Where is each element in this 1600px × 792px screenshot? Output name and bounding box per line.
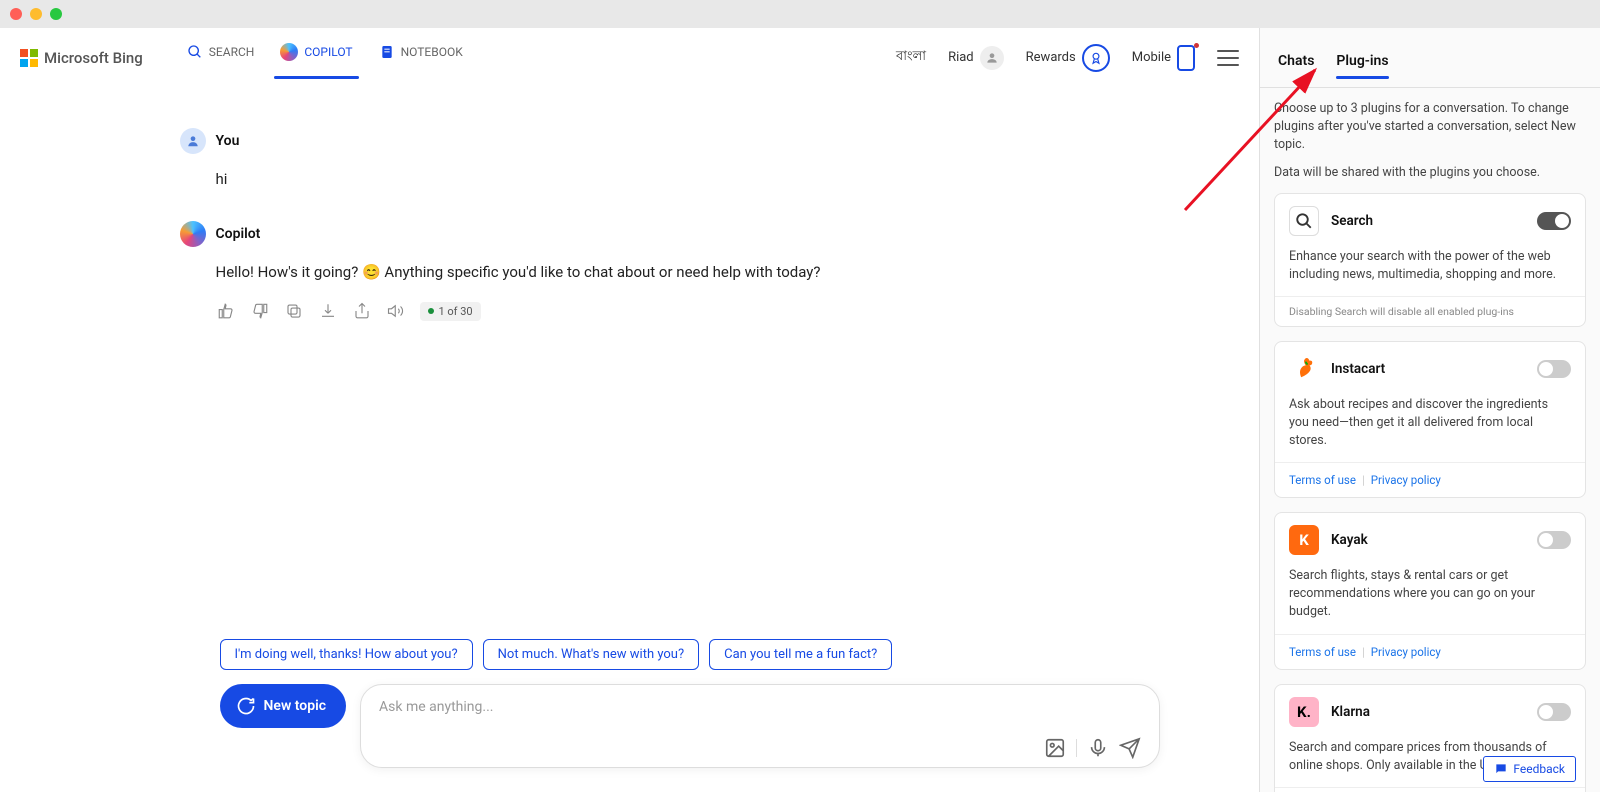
plugin-name: Kayak xyxy=(1331,532,1368,548)
close-window-dot[interactable] xyxy=(10,8,22,20)
language-selector[interactable]: বাংলা xyxy=(896,47,926,68)
plugin-name: Klarna xyxy=(1331,704,1370,720)
download-button[interactable] xyxy=(318,301,338,321)
response-counter: 1 of 30 xyxy=(420,302,481,321)
new-topic-icon xyxy=(236,696,256,716)
plugins-intro: Choose up to 3 plugins for a conversatio… xyxy=(1274,100,1586,154)
copilot-message-text: Hello! How's it going? 😊 Anything specif… xyxy=(216,261,1080,284)
suggestion-row: I'm doing well, thanks! How about you? N… xyxy=(190,639,1190,684)
copilot-label: Copilot xyxy=(216,226,261,242)
plugin-desc: Enhance your search with the power of th… xyxy=(1275,248,1585,296)
rewards-icon xyxy=(1082,44,1110,72)
brand-text: Microsoft Bing xyxy=(44,49,143,67)
window-titlebar xyxy=(0,0,1600,28)
plugin-name: Search xyxy=(1331,213,1373,229)
klarna-icon: K. xyxy=(1289,697,1319,727)
mobile-label: Mobile xyxy=(1132,50,1171,65)
plugin-desc: Ask about recipes and discover the ingre… xyxy=(1275,396,1585,462)
image-upload-button[interactable] xyxy=(1044,737,1066,759)
brand-logo[interactable]: Microsoft Bing xyxy=(20,49,143,67)
mobile-link[interactable]: Mobile xyxy=(1132,45,1195,71)
top-nav: Microsoft Bing SEARCH COPILOT NOTEBOOK ব… xyxy=(0,28,1259,88)
message-input-box[interactable] xyxy=(360,684,1159,768)
search-icon xyxy=(187,44,203,60)
copilot-icon xyxy=(280,43,298,61)
rewards-label: Rewards xyxy=(1026,50,1076,65)
search-icon xyxy=(1289,206,1319,236)
share-button[interactable] xyxy=(352,301,372,321)
counter-text: 1 of 30 xyxy=(439,305,473,318)
user-menu[interactable]: Riad xyxy=(948,46,1004,70)
sidebar-tab-plugins[interactable]: Plug-ins xyxy=(1336,49,1388,73)
notebook-icon xyxy=(379,44,395,60)
plugins-panel[interactable]: Choose up to 3 plugins for a conversatio… xyxy=(1260,88,1600,792)
plugin-card-instacart: Instacart Ask about recipes and discover… xyxy=(1274,341,1586,498)
copy-button[interactable] xyxy=(284,301,304,321)
menu-button[interactable] xyxy=(1217,50,1239,66)
tab-notebook[interactable]: NOTEBOOK xyxy=(379,37,463,79)
user-name: Riad xyxy=(948,50,974,65)
chat-scroll: You hi Copilot Hello! How's it going? 😊 … xyxy=(0,88,1259,639)
privacy-link[interactable]: Privacy policy xyxy=(1371,473,1441,487)
plugins-data-note: Data will be shared with the plugins you… xyxy=(1274,164,1586,182)
privacy-link[interactable]: Privacy policy xyxy=(1371,645,1441,659)
plugin-card-search: Search Enhance your search with the powe… xyxy=(1274,193,1586,327)
plugin-links: Terms of use|Privacy policy xyxy=(1275,787,1585,792)
user-message: You hi xyxy=(150,128,1110,191)
plugin-links: Terms of use|Privacy policy xyxy=(1275,462,1585,497)
plugin-note: Disabling Search will disable all enable… xyxy=(1275,296,1585,326)
message-input[interactable] xyxy=(379,699,1140,731)
avatar-icon xyxy=(980,46,1004,70)
minimize-window-dot[interactable] xyxy=(30,8,42,20)
plugin-card-kayak: K Kayak Search flights, stays & rental c… xyxy=(1274,512,1586,669)
tab-search[interactable]: SEARCH xyxy=(187,37,255,79)
mobile-icon xyxy=(1177,45,1195,71)
user-avatar-icon xyxy=(180,128,206,154)
suggestion-chip[interactable]: Not much. What's new with you? xyxy=(483,639,699,670)
like-button[interactable] xyxy=(216,301,236,321)
plugin-toggle-instacart[interactable] xyxy=(1537,360,1571,378)
status-dot-icon xyxy=(428,308,434,314)
kayak-icon: K xyxy=(1289,525,1319,555)
plugin-name: Instacart xyxy=(1331,361,1385,377)
composer: New topic xyxy=(190,684,1190,792)
feedback-icon xyxy=(1494,762,1508,776)
plugin-desc: Search flights, stays & rental cars or g… xyxy=(1275,567,1585,633)
tab-search-label: SEARCH xyxy=(209,45,255,59)
sidebar: Chats Plug-ins Choose up to 3 plugins fo… xyxy=(1260,28,1600,792)
user-label: You xyxy=(216,133,240,149)
plugin-links: Terms of use|Privacy policy xyxy=(1275,634,1585,669)
maximize-window-dot[interactable] xyxy=(50,8,62,20)
suggestion-chip[interactable]: I'm doing well, thanks! How about you? xyxy=(220,639,473,670)
plugin-toggle-search[interactable] xyxy=(1537,212,1571,230)
plugin-toggle-klarna[interactable] xyxy=(1537,703,1571,721)
suggestion-chip[interactable]: Can you tell me a fun fact? xyxy=(709,639,892,670)
new-topic-button[interactable]: New topic xyxy=(220,684,347,728)
rewards-link[interactable]: Rewards xyxy=(1026,44,1110,72)
copilot-message: Copilot Hello! How's it going? 😊 Anythin… xyxy=(150,221,1110,322)
sidebar-tab-chats[interactable]: Chats xyxy=(1278,49,1314,73)
tab-copilot[interactable]: COPILOT xyxy=(280,37,352,79)
terms-link[interactable]: Terms of use xyxy=(1289,645,1356,659)
microsoft-icon xyxy=(20,49,38,67)
feedback-label: Feedback xyxy=(1513,762,1565,776)
instacart-icon xyxy=(1289,354,1319,384)
mic-button[interactable] xyxy=(1087,737,1109,759)
send-button[interactable] xyxy=(1119,737,1141,759)
tab-copilot-label: COPILOT xyxy=(304,45,352,59)
new-topic-label: New topic xyxy=(264,698,327,714)
tab-notebook-label: NOTEBOOK xyxy=(401,45,463,59)
copilot-avatar-icon xyxy=(180,221,206,247)
user-message-text: hi xyxy=(216,168,1080,191)
feedback-button[interactable]: Feedback xyxy=(1483,756,1576,782)
read-aloud-button[interactable] xyxy=(386,301,406,321)
terms-link[interactable]: Terms of use xyxy=(1289,473,1356,487)
plugin-toggle-kayak[interactable] xyxy=(1537,531,1571,549)
dislike-button[interactable] xyxy=(250,301,270,321)
